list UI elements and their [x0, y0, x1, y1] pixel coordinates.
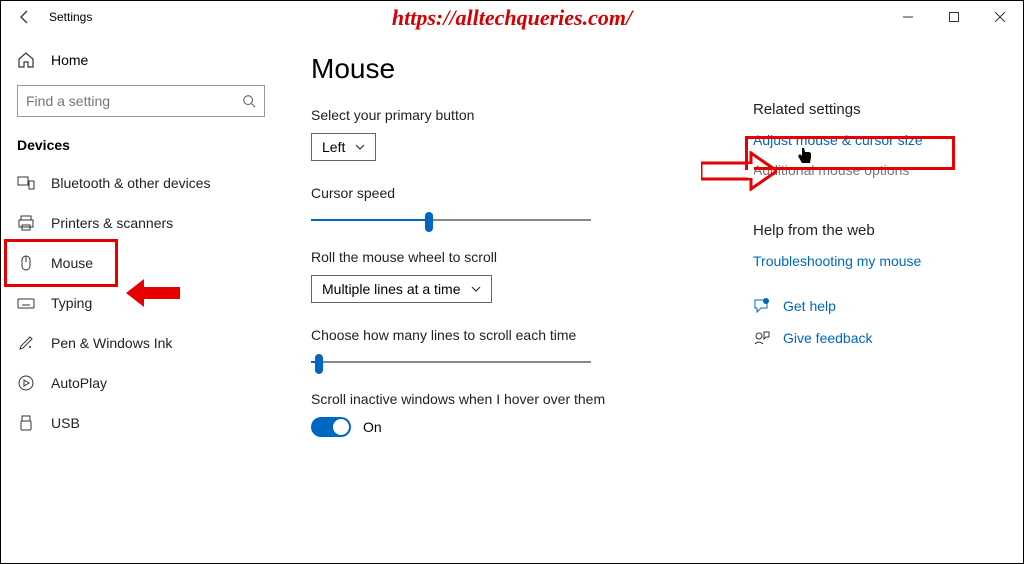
chevron-down-icon [355, 142, 365, 152]
scroll-inactive-toggle[interactable] [311, 417, 351, 437]
watermark-url: https://alltechqueries.com/ [392, 5, 632, 31]
keyboard-icon [17, 294, 35, 312]
arrow-left-icon [17, 9, 33, 25]
dropdown-value: Multiple lines at a time [322, 281, 461, 297]
sidebar-item-pen[interactable]: Pen & Windows Ink [1, 323, 281, 363]
help-chat-icon [753, 297, 771, 315]
sidebar-item-bluetooth[interactable]: Bluetooth & other devices [1, 163, 281, 203]
wheel-scroll-label: Roll the mouse wheel to scroll [311, 249, 741, 265]
usb-icon [17, 414, 35, 432]
content-area: Mouse Select your primary button Left Cu… [281, 33, 1023, 563]
give-feedback-label: Give feedback [783, 330, 873, 346]
toggle-state-label: On [363, 419, 382, 435]
sidebar-item-usb[interactable]: USB [1, 403, 281, 443]
pen-icon [17, 334, 35, 352]
close-button[interactable] [977, 1, 1023, 33]
sidebar-item-label: Pen & Windows Ink [51, 335, 172, 351]
sidebar-item-label: Printers & scanners [51, 215, 173, 231]
sidebar-item-autoplay[interactable]: AutoPlay [1, 363, 281, 403]
page-title: Mouse [311, 53, 741, 85]
sidebar-item-printers[interactable]: Printers & scanners [1, 203, 281, 243]
help-web-heading: Help from the web [753, 222, 1003, 239]
primary-button-label: Select your primary button [311, 107, 741, 123]
sidebar-item-label: USB [51, 415, 80, 431]
search-icon [242, 94, 256, 108]
maximize-button[interactable] [931, 1, 977, 33]
wheel-scroll-dropdown[interactable]: Multiple lines at a time [311, 275, 492, 303]
give-feedback-row[interactable]: Give feedback [753, 329, 1003, 347]
primary-button-dropdown[interactable]: Left [311, 133, 376, 161]
additional-mouse-options-link[interactable]: Additional mouse options [753, 162, 1003, 178]
sidebar-item-label: Mouse [51, 255, 93, 271]
sidebar-item-label: Bluetooth & other devices [51, 175, 211, 191]
chevron-down-icon [471, 284, 481, 294]
sidebar-item-mouse[interactable]: Mouse [1, 243, 281, 283]
troubleshoot-mouse-link[interactable]: Troubleshooting my mouse [753, 253, 1003, 269]
sidebar-item-typing[interactable]: Typing [1, 283, 281, 323]
search-box[interactable] [17, 85, 265, 117]
slider-thumb[interactable] [315, 354, 323, 374]
sidebar: Home Devices Bluetooth & other devices P… [1, 33, 281, 563]
home-label: Home [51, 52, 88, 68]
home-icon [17, 51, 35, 69]
printer-icon [17, 214, 35, 232]
category-title: Devices [1, 131, 281, 163]
slider-thumb[interactable] [425, 212, 433, 232]
sidebar-item-label: Typing [51, 295, 92, 311]
bluetooth-icon [17, 174, 35, 192]
right-column: Related settings Adjust mouse & cursor s… [753, 101, 1003, 347]
related-settings-heading: Related settings [753, 101, 1003, 118]
dropdown-value: Left [322, 139, 345, 155]
search-input[interactable] [26, 93, 242, 109]
autoplay-icon [17, 374, 35, 392]
lines-scroll-slider[interactable] [311, 361, 591, 363]
lines-scroll-label: Choose how many lines to scroll each tim… [311, 327, 741, 343]
get-help-label: Get help [783, 298, 836, 314]
scroll-inactive-label: Scroll inactive windows when I hover ove… [311, 391, 741, 407]
get-help-row[interactable]: Get help [753, 297, 1003, 315]
adjust-mouse-cursor-link[interactable]: Adjust mouse & cursor size [753, 132, 1003, 148]
titlebar: Settings https://alltechqueries.com/ [1, 1, 1023, 33]
window-controls [885, 1, 1023, 33]
cursor-speed-label: Cursor speed [311, 185, 741, 201]
sidebar-item-label: AutoPlay [51, 375, 107, 391]
minimize-button[interactable] [885, 1, 931, 33]
app-title: Settings [49, 10, 92, 24]
feedback-icon [753, 329, 771, 347]
mouse-icon [17, 254, 35, 272]
home-nav[interactable]: Home [1, 41, 281, 79]
back-button[interactable] [5, 1, 45, 33]
cursor-speed-slider[interactable] [311, 219, 591, 221]
